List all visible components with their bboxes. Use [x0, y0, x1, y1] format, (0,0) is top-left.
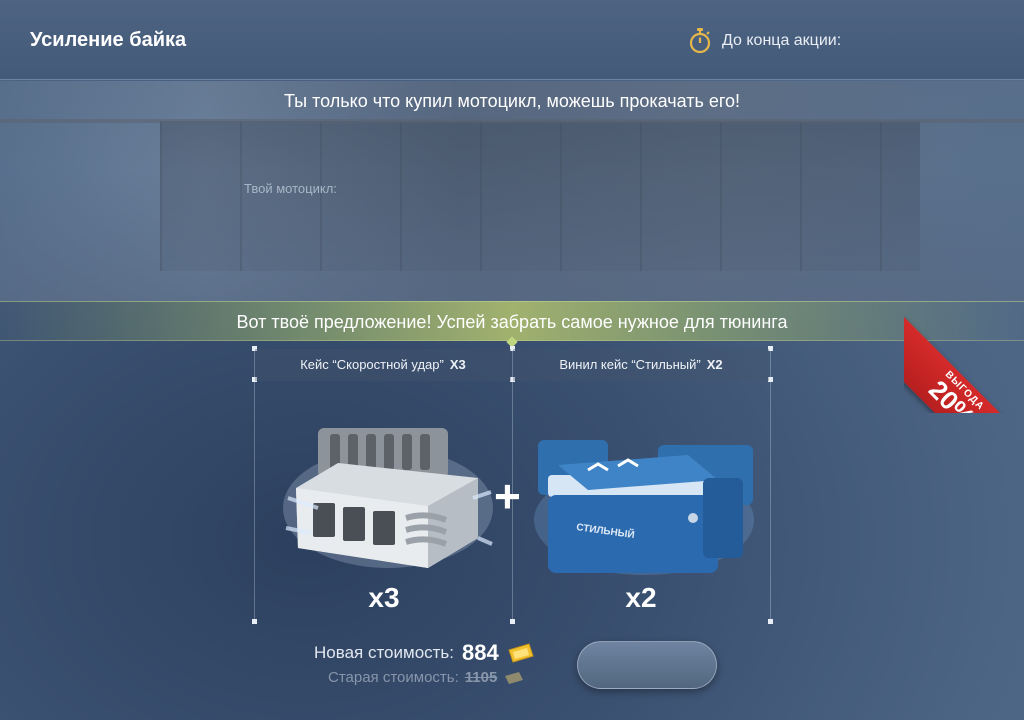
promo-timer: До конца акции:: [688, 28, 841, 54]
discount-ribbon: ВЫГОДА 20%: [904, 293, 1024, 413]
item-name: Винил кейс “Стильный”: [559, 357, 701, 372]
header: Усиление байка До конца акции:: [0, 0, 1024, 80]
item-quantity: x3: [368, 582, 400, 613]
page-title: Усиление байка: [30, 29, 187, 51]
speed-case-image: [283, 428, 493, 568]
gold-coin-icon: [508, 643, 534, 663]
vinyl-case-image: СТИЛЬНЫЙ: [534, 440, 754, 575]
garage-background: [160, 121, 920, 271]
old-price-label: Старая стоимость:: [328, 669, 459, 686]
item-badge: X2: [706, 357, 723, 372]
my-bike-label: Твой мотоцикл:: [244, 181, 337, 196]
buy-button[interactable]: [577, 641, 717, 689]
old-price: Старая стоимость: 1105: [328, 669, 525, 686]
new-price-label: Новая стоимость:: [314, 643, 455, 662]
item-header-speed-case: Кейс “Скоростной удар” X3: [255, 349, 511, 381]
offer-banner: Вот твоё предложение! Успей забрать само…: [0, 301, 1024, 348]
plus-icon: +: [494, 470, 521, 522]
item-header-vinyl-case: Винил кейс “Стильный” X2: [513, 349, 769, 381]
stopwatch-icon: [689, 28, 711, 54]
new-price-value: 884: [462, 640, 499, 665]
item-name: Кейс “Скоростной удар”: [300, 357, 444, 372]
garage-preview: Ты только что купил мотоцикл, можешь про…: [0, 81, 1024, 301]
purchase-message: Ты только что купил мотоцикл, можешь про…: [283, 91, 741, 111]
item-quantity: x2: [625, 582, 657, 613]
gold-coin-icon: [505, 671, 524, 684]
old-price-value: 1105: [464, 669, 498, 686]
new-price: Новая стоимость: 884: [314, 640, 535, 666]
item-badge: X3: [449, 357, 466, 372]
timer-label: До конца акции:: [722, 32, 842, 49]
